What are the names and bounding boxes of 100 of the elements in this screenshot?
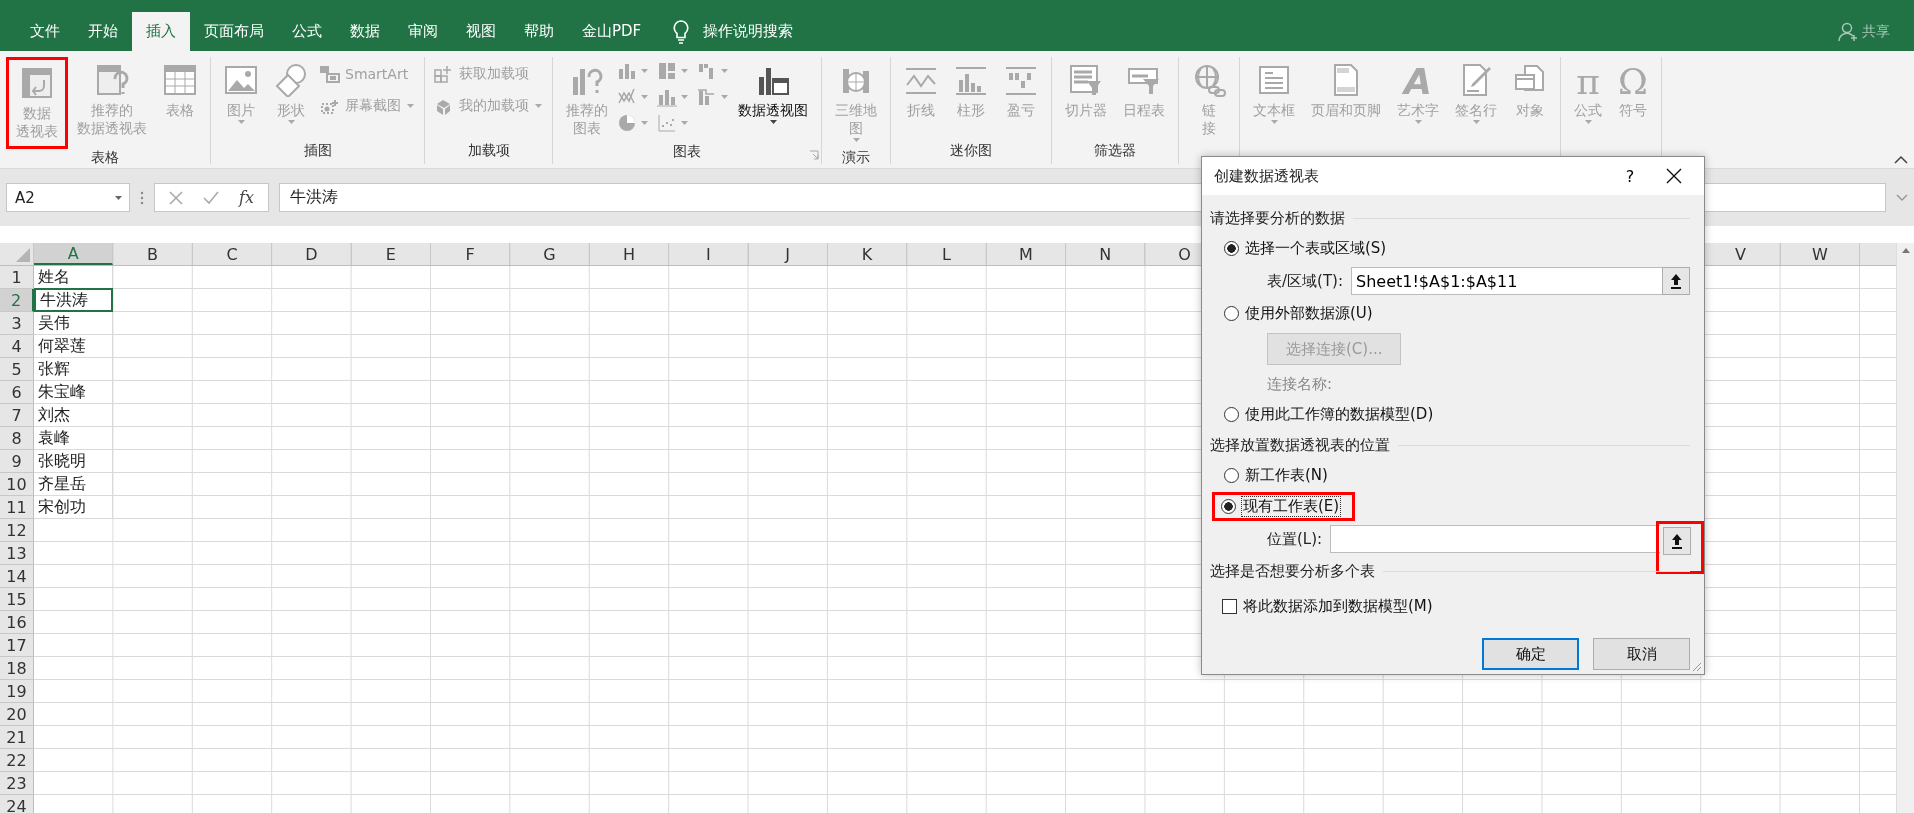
dialog-button[interactable]: 确定 xyxy=(1482,638,1579,670)
caret-icon xyxy=(680,94,689,100)
caret-icon xyxy=(640,120,649,126)
column-header[interactable]: B xyxy=(113,243,193,265)
radio-button[interactable]: 现有工作表(E) xyxy=(1219,496,1343,517)
section-heading: 选择是否想要分析多个表 xyxy=(1210,561,1375,581)
caret-icon xyxy=(768,119,778,125)
column-header[interactable]: A xyxy=(34,243,114,265)
ribbon-tab[interactable]: 文件 xyxy=(16,12,74,51)
grip-icon xyxy=(140,189,144,206)
column-header[interactable]: W xyxy=(1780,243,1861,265)
caret-icon xyxy=(1413,119,1423,125)
person-add-icon xyxy=(1838,21,1858,42)
input-field[interactable] xyxy=(1330,525,1660,553)
ribbon-tab[interactable]: 金山PDF xyxy=(568,12,656,51)
ribbon-tab[interactable]: 审阅 xyxy=(394,12,452,51)
dialog-launcher[interactable] xyxy=(809,150,819,160)
caret-icon xyxy=(534,103,543,109)
symbol-icon: π xyxy=(1576,63,1600,101)
radio-button[interactable]: 使用此工作簿的数据模型(D) xyxy=(1222,404,1436,425)
section-heading: 选择放置数据透视表的位置 xyxy=(1210,435,1390,455)
caret-icon xyxy=(640,68,649,74)
column-header[interactable]: I xyxy=(669,243,749,265)
radio-button[interactable]: 选择一个表或区域(S) xyxy=(1222,238,1389,259)
pivot-table-icon xyxy=(95,63,129,97)
caret-icon xyxy=(406,103,415,109)
column-header[interactable]: D xyxy=(272,243,352,265)
shapes-icon xyxy=(274,63,308,97)
picture-icon xyxy=(224,63,258,97)
collapse-dialog-button[interactable] xyxy=(1662,267,1690,295)
scrollbar[interactable] xyxy=(1896,243,1914,813)
globe-link-icon xyxy=(1192,63,1226,97)
add-ins-icon xyxy=(434,65,454,83)
text-box-icon xyxy=(1257,63,1291,97)
pivot-table-icon xyxy=(20,66,54,100)
column-header[interactable]: M xyxy=(986,243,1067,265)
name-box[interactable]: A2 xyxy=(6,183,130,212)
screenshot-icon xyxy=(320,97,340,115)
insert-function-button[interactable]: fx xyxy=(239,188,254,207)
group-label: 筛选器 xyxy=(1094,142,1136,158)
lightbulb-icon xyxy=(673,19,690,44)
dialog-button[interactable]: 取消 xyxy=(1593,638,1690,670)
tell-me-search[interactable]: 操作说明搜索 xyxy=(703,22,794,41)
column-header[interactable]: C xyxy=(192,243,273,265)
collapse-dialog-button[interactable] xyxy=(1663,526,1691,555)
caret-icon xyxy=(1583,119,1593,125)
radio-button[interactable]: 新工作表(N) xyxy=(1222,465,1330,486)
radio-button[interactable]: 使用外部数据源(U) xyxy=(1222,303,1375,324)
column-header[interactable]: G xyxy=(510,243,590,265)
cancel-icon xyxy=(169,190,183,205)
ribbon-tab[interactable]: 帮助 xyxy=(510,12,568,51)
table-cell: 牛洪涛 xyxy=(34,288,114,312)
ribbon-tab[interactable]: 公式 xyxy=(278,12,336,51)
smartart-icon xyxy=(320,65,340,83)
scroll-up-icon xyxy=(1900,247,1911,254)
table-icon xyxy=(163,63,197,97)
scatter-chart-icon xyxy=(657,113,677,133)
caret-icon xyxy=(720,94,729,100)
input-field[interactable]: Sheet1!$A$1:$A$11 xyxy=(1351,267,1662,295)
ribbon-tab[interactable]: 视图 xyxy=(452,12,510,51)
group-label: 表格 xyxy=(91,149,119,165)
ribbon-tab[interactable]: 数据 xyxy=(336,12,394,51)
ribbon-tab[interactable]: 插入 xyxy=(132,12,190,51)
group-label: 图表 xyxy=(673,143,701,159)
ribbon-button[interactable]: 数据透视图 xyxy=(731,57,815,143)
column-header[interactable]: J xyxy=(748,243,828,265)
close-icon xyxy=(1666,168,1682,184)
column-header[interactable]: F xyxy=(430,243,511,265)
caret-icon xyxy=(236,119,246,125)
hierarchy-chart-icon xyxy=(657,61,677,81)
column-header[interactable]: K xyxy=(827,243,908,265)
upload-arrow-icon xyxy=(1670,273,1682,289)
caret-icon xyxy=(1471,119,1481,125)
ribbon-tab[interactable]: 页面布局 xyxy=(190,12,278,51)
caret-icon xyxy=(680,68,689,74)
field-label: 位置(L): xyxy=(1267,529,1323,549)
dialog-title: 创建数据透视表 xyxy=(1214,166,1320,186)
row-header[interactable]: 2 xyxy=(0,289,34,312)
caret-icon xyxy=(720,68,729,74)
symbol-icon: Ω xyxy=(1618,63,1648,101)
upload-arrow-icon xyxy=(1671,532,1683,549)
caret-icon xyxy=(114,194,123,201)
caret-icon xyxy=(286,119,296,125)
ribbon-tab[interactable]: 开始 xyxy=(74,12,132,51)
group-label: 迷你图 xyxy=(950,142,992,158)
column-header[interactable]: E xyxy=(351,243,431,265)
caret-icon xyxy=(1269,119,1279,125)
column-header[interactable]: L xyxy=(907,243,987,265)
column-header[interactable]: H xyxy=(589,243,670,265)
group-label: 插图 xyxy=(303,142,332,158)
checkbox[interactable]: 将此数据添加到数据模型(M) xyxy=(1210,586,1690,626)
column-header[interactable]: N xyxy=(1066,243,1146,265)
resize-grip-icon xyxy=(1690,660,1702,672)
connection-name-label: 连接名称: xyxy=(1267,374,1333,394)
pie-chart-icon xyxy=(617,113,637,133)
group-label: 演示 xyxy=(842,149,870,165)
statistic-chart-icon xyxy=(657,87,677,107)
expand-icon xyxy=(1896,193,1908,202)
launcher-icon xyxy=(809,150,819,160)
combo-chart-icon xyxy=(697,87,717,107)
